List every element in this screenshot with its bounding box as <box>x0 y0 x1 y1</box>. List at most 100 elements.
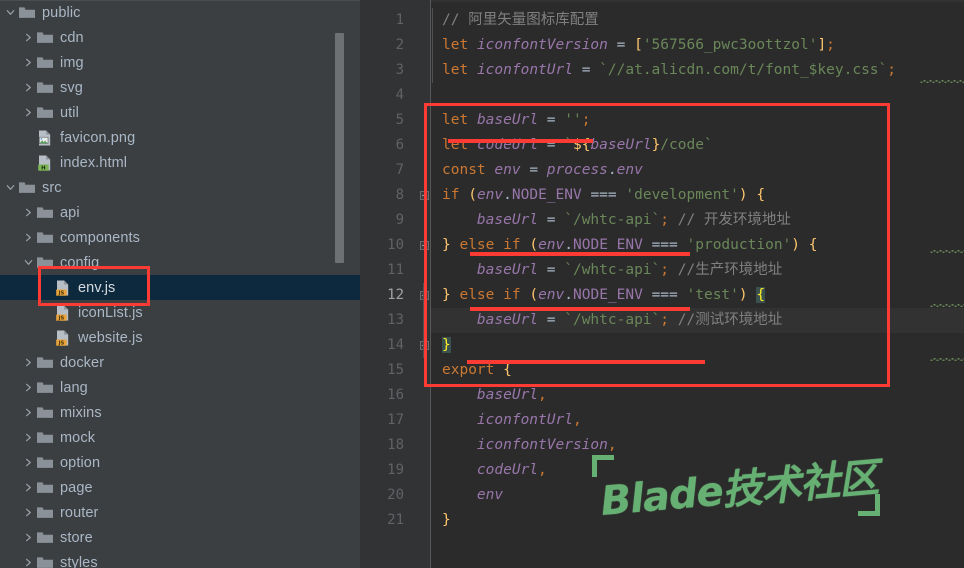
project-file-tree[interactable]: public cdn img svg util favicon.png Hindex.htm… <box>0 0 360 568</box>
code-fold-marker[interactable] <box>420 241 429 250</box>
tree-item-label: util <box>60 104 79 121</box>
folder-icon <box>18 179 36 197</box>
code-fold-marker[interactable] <box>420 291 429 300</box>
chevron-down-icon[interactable] <box>21 250 36 275</box>
code-line[interactable]: } <box>430 508 451 533</box>
svg-text:JS: JS <box>58 315 65 321</box>
tree-item-option[interactable]: option <box>0 450 360 475</box>
line-number-gutter[interactable]: 1 2 3 4 5 6 7 8 9 10 11 12 13 14 15 16 17 18 19 20 21 <box>360 0 418 568</box>
tree-item-config[interactable]: config <box>0 250 360 275</box>
chevron-right-icon[interactable] <box>21 500 36 525</box>
line-number[interactable]: 11 <box>360 258 404 283</box>
chevron-right-icon[interactable] <box>21 25 36 50</box>
chevron-right-icon[interactable] <box>21 550 36 568</box>
tree-item-svg[interactable]: svg <box>0 75 360 100</box>
tree-item-favicon-png[interactable]: favicon.png <box>0 125 360 150</box>
file-tree-list[interactable]: public cdn img svg util favicon.png Hindex.htm… <box>0 0 360 568</box>
line-number[interactable]: 8 <box>360 183 404 208</box>
code-line[interactable]: if (env.NODE_ENV === 'development') { <box>430 183 765 208</box>
line-number[interactable]: 5 <box>360 108 404 133</box>
tree-item-img[interactable]: img <box>0 50 360 75</box>
chevron-right-icon[interactable] <box>21 200 36 225</box>
code-line[interactable]: baseUrl = `/whtc-api`; //生产环境地址 <box>430 258 782 283</box>
chevron-right-icon[interactable] <box>21 350 36 375</box>
line-number[interactable]: 17 <box>360 408 404 433</box>
chevron-right-icon[interactable] <box>21 425 36 450</box>
tree-item-src[interactable]: src <box>0 175 360 200</box>
line-number[interactable]: 10 <box>360 233 404 258</box>
line-number[interactable]: 7 <box>360 158 404 183</box>
line-number[interactable]: 21 <box>360 508 404 533</box>
tree-item-docker[interactable]: docker <box>0 350 360 375</box>
code-text-area[interactable]: // 阿里矢量图标库配置 let iconfontVersion = ['5675… <box>430 0 964 568</box>
tree-item-env-js[interactable]: JS env.js <box>0 275 360 300</box>
tree-item-mock[interactable]: mock <box>0 425 360 450</box>
chevron-right-icon[interactable] <box>21 375 36 400</box>
chevron-right-icon[interactable] <box>21 450 36 475</box>
code-line[interactable]: let iconfontVersion = ['567566_pwc3oottz… <box>430 33 835 58</box>
chevron-right-icon[interactable] <box>21 475 36 500</box>
chevron-right-icon[interactable] <box>21 100 36 125</box>
code-fold-marker[interactable] <box>420 341 429 350</box>
tree-item-public[interactable]: public <box>0 0 360 25</box>
line-number[interactable]: 16 <box>360 383 404 408</box>
tree-item-styles[interactable]: styles <box>0 550 360 568</box>
line-number[interactable]: 15 <box>360 358 404 383</box>
code-fold-marker[interactable] <box>420 191 429 200</box>
tree-item-cdn[interactable]: cdn <box>0 25 360 50</box>
code-line[interactable]: env <box>430 483 503 508</box>
code-line[interactable]: baseUrl = `/whtc-api`; // 开发环境地址 <box>430 208 791 233</box>
code-line[interactable]: } <box>430 333 451 358</box>
line-number[interactable]: 14 <box>360 333 404 358</box>
folder-icon <box>36 479 54 497</box>
code-fold-gutter[interactable] <box>418 0 430 568</box>
line-number[interactable]: 2 <box>360 33 404 58</box>
code-line[interactable]: // 阿里矢量图标库配置 <box>430 8 599 33</box>
line-number[interactable]: 1 <box>360 8 404 33</box>
line-number[interactable]: 13 <box>360 308 404 333</box>
code-line[interactable]: iconfontVersion, <box>430 433 617 458</box>
folder-icon <box>36 204 54 222</box>
line-number[interactable]: 19 <box>360 458 404 483</box>
code-line[interactable]: let baseUrl = ''; <box>430 108 590 133</box>
code-editor[interactable]: 1 2 3 4 5 6 7 8 9 10 11 12 13 14 15 16 17 18 19 20 21 // 阿里矢… <box>360 0 964 568</box>
code-line[interactable]: const env = process.env <box>430 158 643 183</box>
tree-item-components[interactable]: components <box>0 225 360 250</box>
code-line[interactable]: let iconfontUrl = `//at.alicdn.com/t/fon… <box>430 58 896 83</box>
line-number[interactable]: 3 <box>360 58 404 83</box>
line-number[interactable]: 20 <box>360 483 404 508</box>
code-line[interactable] <box>430 83 442 108</box>
line-number[interactable]: 18 <box>360 433 404 458</box>
code-line[interactable]: codeUrl, <box>430 458 547 483</box>
tree-item-router[interactable]: router <box>0 500 360 525</box>
code-line[interactable]: } else if (env.NODE_ENV === 'test') { <box>430 283 766 308</box>
tree-item-iconlist-js[interactable]: JS iconList.js <box>0 300 360 325</box>
tree-item-util[interactable]: util <box>0 100 360 125</box>
tree-item-index-html[interactable]: Hindex.html <box>0 150 360 175</box>
code-line[interactable]: iconfontUrl, <box>430 408 582 433</box>
tree-item-store[interactable]: store <box>0 525 360 550</box>
tree-item-label: cdn <box>60 29 84 46</box>
tree-item-mixins[interactable]: mixins <box>0 400 360 425</box>
js-file-icon: JS <box>54 304 72 322</box>
sidebar-scrollbar-track[interactable] <box>335 0 352 568</box>
chevron-down-icon[interactable] <box>3 0 18 25</box>
chevron-right-icon[interactable] <box>21 525 36 550</box>
line-number[interactable]: 4 <box>360 83 404 108</box>
tree-item-page[interactable]: page <box>0 475 360 500</box>
chevron-right-icon[interactable] <box>21 50 36 75</box>
line-number[interactable]: 6 <box>360 133 404 158</box>
chevron-right-icon[interactable] <box>21 400 36 425</box>
code-line[interactable]: baseUrl, <box>430 383 547 408</box>
tree-item-website-js[interactable]: JS website.js <box>0 325 360 350</box>
chevron-right-icon[interactable] <box>21 75 36 100</box>
chevron-right-icon[interactable] <box>21 225 36 250</box>
line-number[interactable]: 12 <box>360 283 404 308</box>
chevron-down-icon[interactable] <box>3 175 18 200</box>
line-number[interactable]: 9 <box>360 208 404 233</box>
sidebar-scrollbar-thumb[interactable] <box>335 33 344 263</box>
code-line[interactable]: baseUrl = `/whtc-api`; //测试环境地址 <box>430 308 782 333</box>
tree-item-lang[interactable]: lang <box>0 375 360 400</box>
tree-item-api[interactable]: api <box>0 200 360 225</box>
code-line[interactable]: let codeUrl = `${baseUrl}/code` <box>430 133 713 158</box>
